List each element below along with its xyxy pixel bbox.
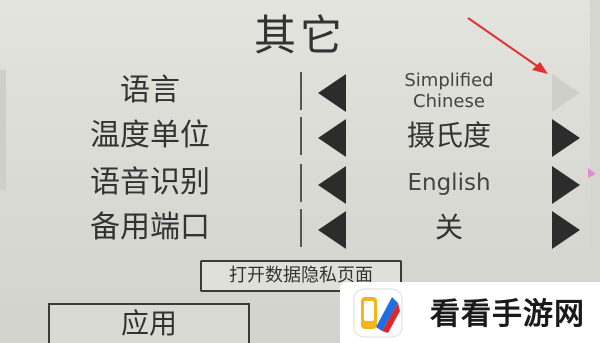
setting-row-voice-recognition: 语音识别 English bbox=[0, 160, 600, 206]
watermark: 看看手游网 bbox=[340, 282, 600, 343]
row-divider bbox=[300, 209, 302, 247]
setting-value-voice-recognition: English bbox=[407, 170, 491, 196]
setting-value-language: Simplified Chinese bbox=[370, 68, 528, 112]
prev-port-arrow-icon[interactable] bbox=[318, 211, 346, 249]
row-divider bbox=[300, 164, 302, 202]
row-divider bbox=[300, 117, 302, 155]
setting-row-language: 语言 Simplified Chinese bbox=[0, 68, 600, 114]
apply-button[interactable]: 应用 bbox=[48, 303, 250, 343]
setting-value-temperature-unit: 摄氏度 bbox=[406, 119, 491, 152]
page-title: 其它 bbox=[253, 11, 346, 60]
setting-label-voice-recognition: 语音识别 bbox=[90, 165, 210, 200]
watermark-logo-icon bbox=[353, 288, 403, 338]
setting-row-temperature-unit: 温度单位 摄氏度 bbox=[0, 113, 600, 159]
next-language-arrow-icon[interactable] bbox=[552, 74, 580, 112]
next-port-arrow-icon[interactable] bbox=[552, 211, 580, 249]
prev-voice-arrow-icon[interactable] bbox=[318, 166, 346, 204]
setting-row-backup-port: 备用端口 关 bbox=[0, 205, 600, 251]
language-value-line2: Chinese bbox=[413, 91, 485, 112]
watermark-text: 看看手游网 bbox=[430, 297, 585, 332]
language-value-line1: Simplified bbox=[404, 70, 494, 91]
prev-temperature-arrow-icon[interactable] bbox=[318, 119, 346, 157]
setting-label-language: 语言 bbox=[120, 73, 180, 108]
prev-language-arrow-icon[interactable] bbox=[318, 74, 346, 112]
next-voice-arrow-icon[interactable] bbox=[552, 166, 580, 204]
setting-label-backup-port: 备用端口 bbox=[90, 210, 210, 245]
next-temperature-arrow-icon[interactable] bbox=[552, 119, 580, 157]
setting-label-temperature-unit: 温度单位 bbox=[90, 118, 210, 153]
setting-value-backup-port: 关 bbox=[434, 211, 463, 244]
row-divider bbox=[300, 72, 302, 110]
